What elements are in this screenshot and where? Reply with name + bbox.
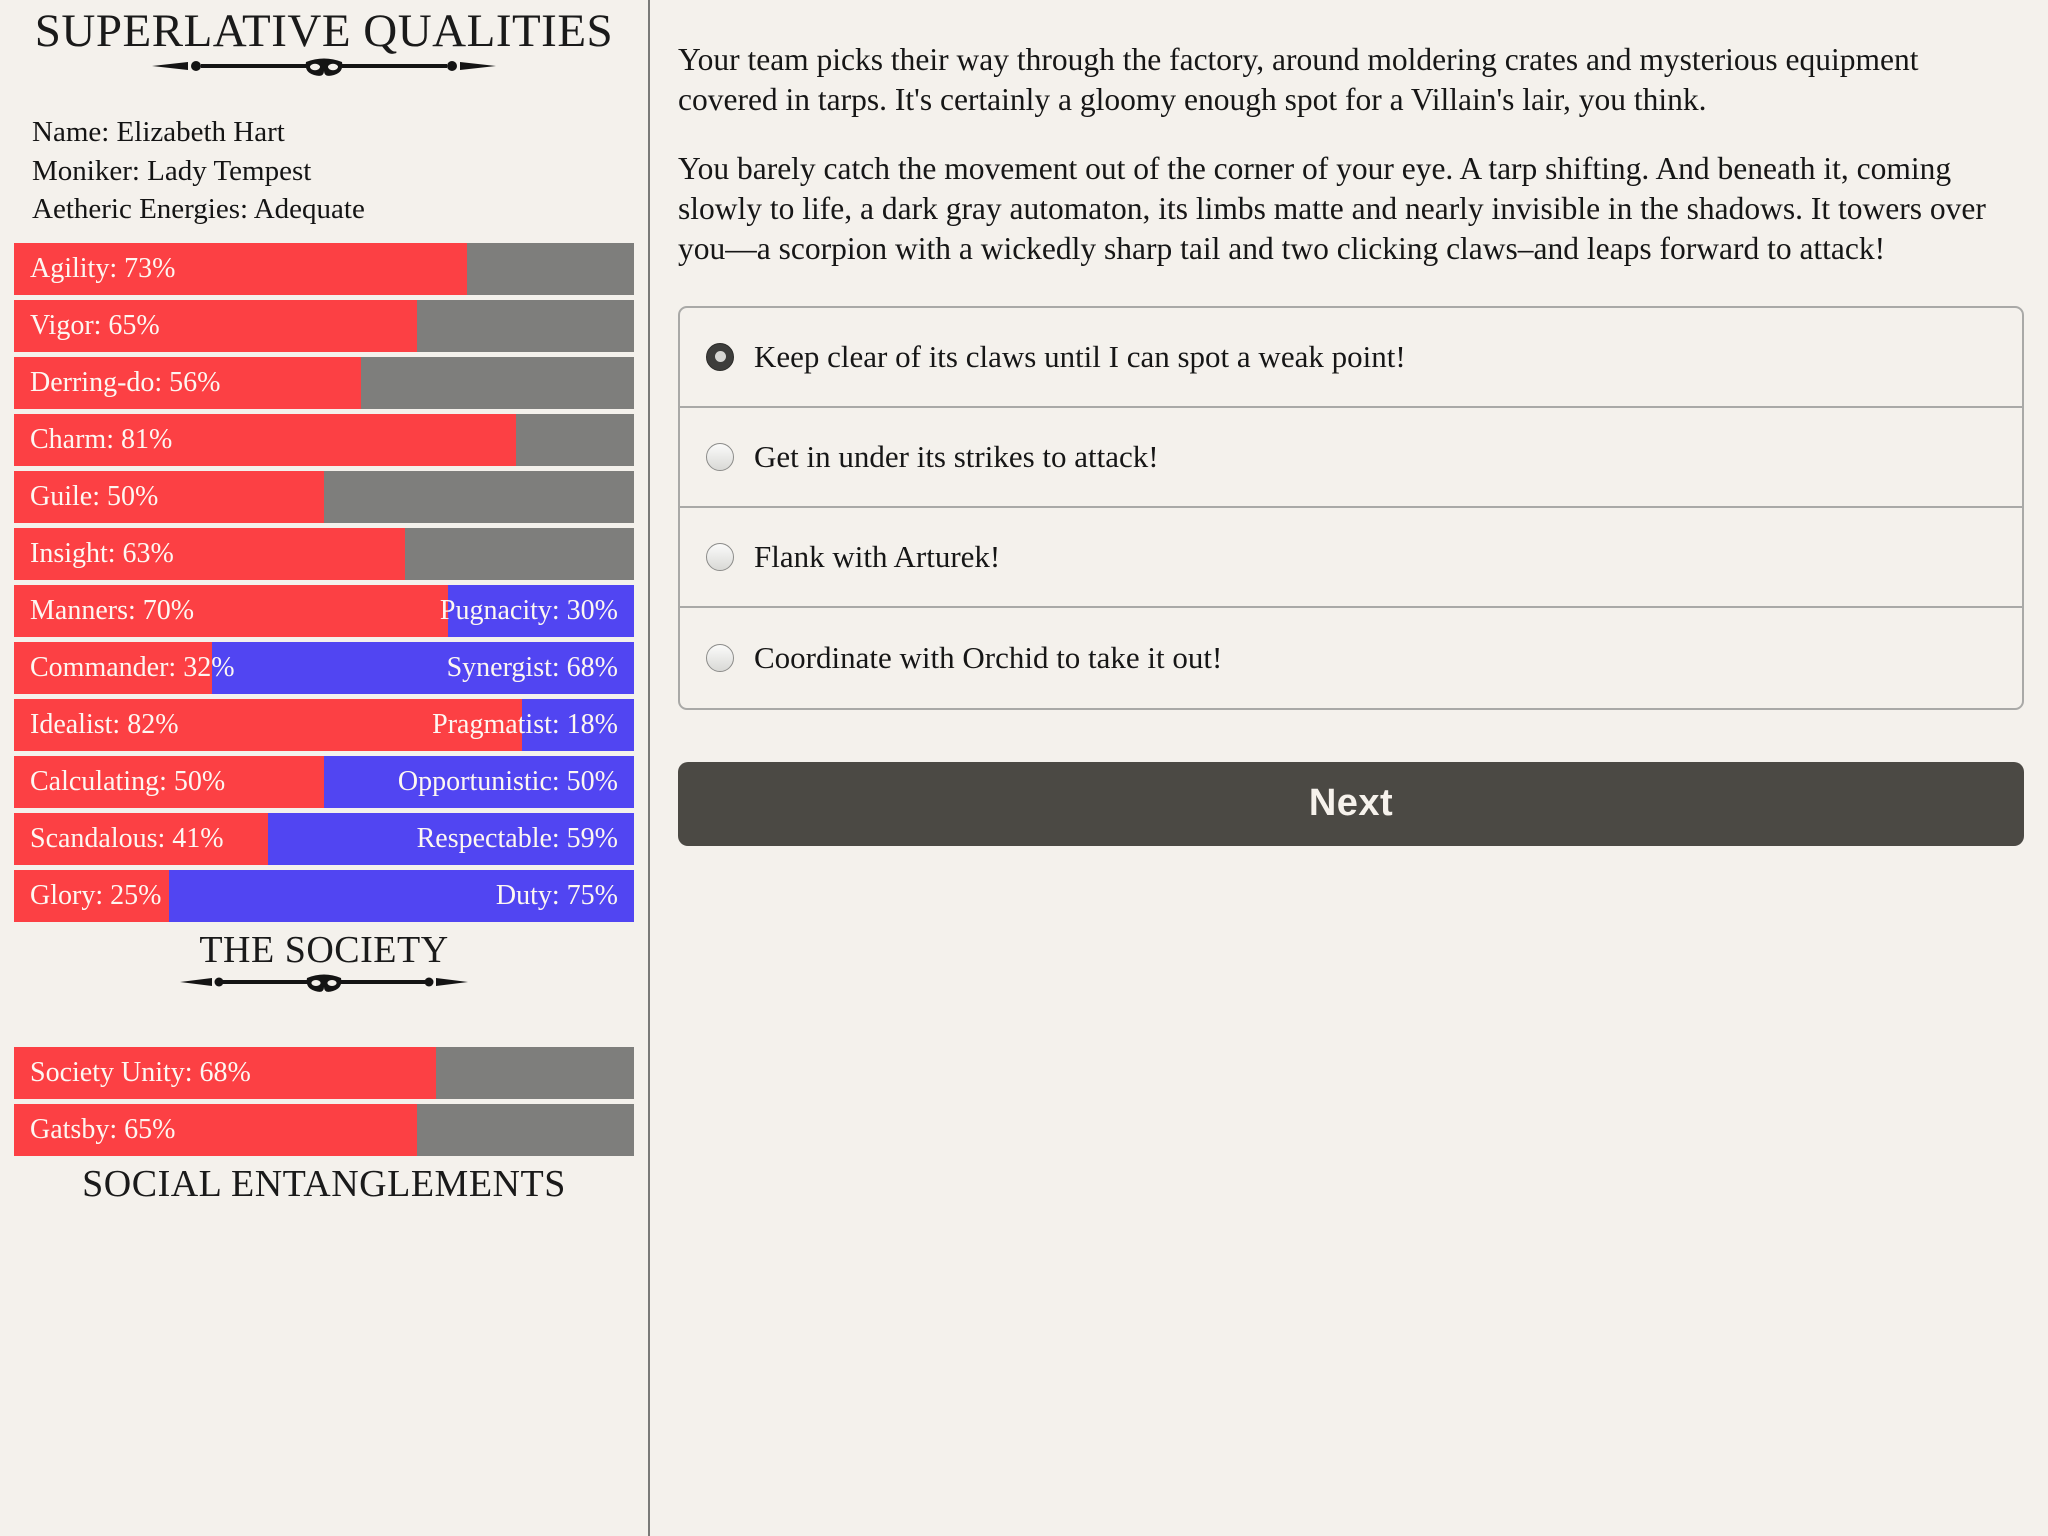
stat-bar-label: Guile: 50% bbox=[30, 480, 159, 512]
choice-label: Coordinate with Orchid to take it out! bbox=[754, 640, 1223, 676]
society-bar-label: Society Unity: 68% bbox=[30, 1056, 251, 1088]
society-title: THE SOCIETY bbox=[199, 928, 449, 971]
entanglements-title: SOCIAL ENTANGLEMENTS bbox=[82, 1162, 566, 1205]
opposed-stat-bar: Commander: 32% Synergist: 68% bbox=[14, 641, 634, 694]
next-button-label: Next bbox=[1308, 782, 1394, 825]
opposed-bar-left-label: Glory: 25% bbox=[30, 879, 162, 911]
identity-aetheric-energies: Aetheric Energies: Adequate bbox=[32, 193, 365, 226]
stat-bar: Insight: 63% bbox=[14, 527, 634, 580]
choice-option-3[interactable]: Flank with Arturek! bbox=[680, 508, 2022, 608]
radio-button-icon[interactable] bbox=[706, 542, 734, 571]
opposed-bar-right-label: Pugnacity: 30% bbox=[439, 594, 618, 626]
society-stat-bar: Society Unity: 68% bbox=[14, 1046, 634, 1099]
stat-bar: Agility: 73% bbox=[14, 242, 634, 295]
choice-label: Keep clear of its claws until I can spot… bbox=[754, 339, 1406, 375]
game-screen: SUPERLATIVE QUALITIES Name: Elizabeth Ha… bbox=[0, 0, 2048, 1536]
opposed-bar-left-label: Idealist: 82% bbox=[30, 708, 179, 740]
stat-bar: Vigor: 65% bbox=[14, 299, 634, 352]
opposed-bar-right-label: Duty: 75% bbox=[495, 879, 618, 911]
opposed-stat-bar: Scandalous: 41% Respectable: 59% bbox=[14, 812, 634, 865]
opposed-stat-bar: Calculating: 50% Opportunistic: 50% bbox=[14, 755, 634, 808]
stat-bar: Guile: 50% bbox=[14, 470, 634, 523]
qualities-bar-list: Agility: 73% Vigor: 65% Derring-do: 56% … bbox=[14, 242, 634, 922]
stats-sidebar: SUPERLATIVE QUALITIES Name: Elizabeth Ha… bbox=[0, 0, 650, 1536]
next-button[interactable]: Next bbox=[678, 761, 2024, 846]
story-paragraph: Your team picks their way through the fa… bbox=[678, 42, 1919, 118]
opposed-bar-right-label: Synergist: 68% bbox=[446, 651, 618, 683]
stat-bar-label: Insight: 63% bbox=[30, 537, 174, 569]
stat-bar-label: Charm: 81% bbox=[30, 423, 173, 455]
choice-label: Get in under its strikes to attack! bbox=[754, 439, 1159, 475]
society-stat-bar: Gatsby: 65% bbox=[14, 1103, 634, 1156]
identity-name: Name: Elizabeth Hart bbox=[32, 116, 285, 148]
opposed-bar-left-label: Manners: 70% bbox=[30, 594, 195, 626]
choice-option-1[interactable]: Keep clear of its claws until I can spot… bbox=[680, 308, 2022, 408]
opposed-stat-bar: Manners: 70% Pugnacity: 30% bbox=[14, 584, 634, 637]
opposed-stat-bar: Idealist: 82% Pragmatist: 18% bbox=[14, 698, 634, 751]
radio-button-icon[interactable] bbox=[706, 342, 734, 371]
opposed-bar-left-label: Commander: 32% bbox=[30, 651, 235, 683]
panel-title: SUPERLATIVE QUALITIES bbox=[34, 5, 614, 57]
opposed-bar-left-label: Calculating: 50% bbox=[30, 765, 226, 797]
radio-button-icon[interactable] bbox=[706, 442, 734, 471]
choice-list: Keep clear of its claws until I can spot… bbox=[678, 305, 2024, 710]
character-identity: Name: Elizabeth Hart Moniker: Lady Tempe… bbox=[32, 113, 634, 229]
society-bar-list: Society Unity: 68% Gatsby: 65% bbox=[14, 1046, 634, 1156]
identity-moniker: Moniker: Lady Tempest bbox=[32, 154, 312, 187]
stat-bar-label: Derring-do: 56% bbox=[30, 366, 221, 398]
opposed-stat-bar: Glory: 25% Duty: 75% bbox=[14, 869, 634, 922]
opposed-bar-right-label: Respectable: 59% bbox=[416, 822, 618, 854]
stat-bar-label: Vigor: 65% bbox=[30, 309, 160, 341]
opposed-bar-left-label: Scandalous: 41% bbox=[30, 822, 224, 854]
stat-bar: Charm: 81% bbox=[14, 413, 634, 466]
opposed-bar-right-label: Opportunistic: 50% bbox=[397, 765, 618, 797]
stat-bar: Derring-do: 56% bbox=[14, 356, 634, 409]
choice-label: Flank with Arturek! bbox=[754, 539, 1001, 575]
society-bar-label: Gatsby: 65% bbox=[30, 1113, 176, 1145]
radio-button-icon[interactable] bbox=[706, 643, 734, 672]
stat-bar-label: Agility: 73% bbox=[30, 252, 176, 284]
choice-option-4[interactable]: Coordinate with Orchid to take it out! bbox=[680, 608, 2022, 708]
society-spacer bbox=[14, 995, 634, 1041]
masquerade-mask-divider-icon bbox=[14, 969, 634, 995]
choice-option-2[interactable]: Get in under its strikes to attack! bbox=[680, 408, 2022, 508]
story-panel: Your team picks their way through the fa… bbox=[650, 0, 2048, 1536]
opposed-bar-right-label: Pragmatist: 18% bbox=[432, 708, 618, 740]
story-paragraph: You barely catch the movement out of the… bbox=[678, 150, 1986, 267]
